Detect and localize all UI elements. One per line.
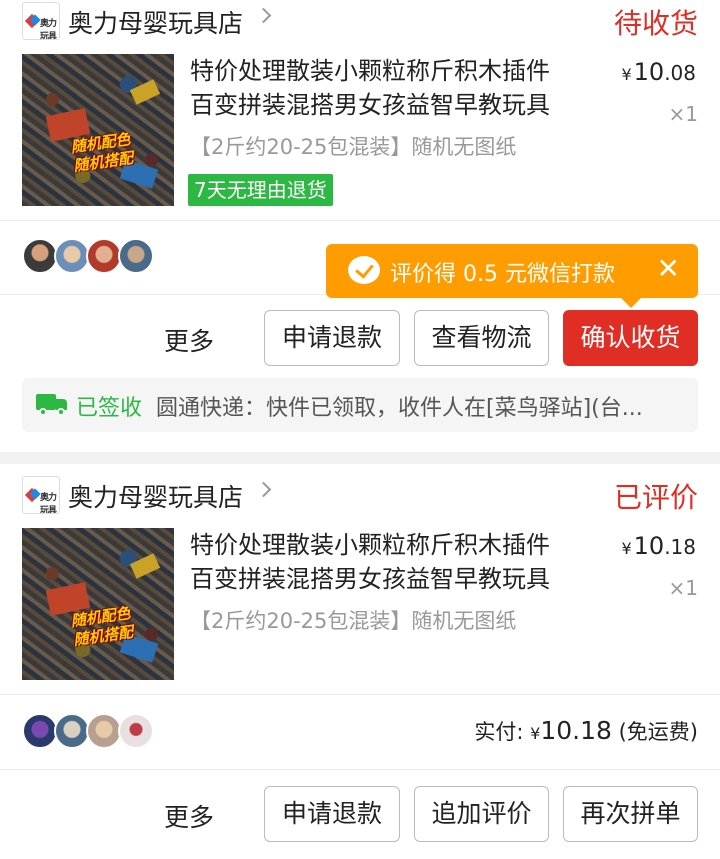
avatar — [118, 238, 154, 274]
chevron-right-icon — [255, 481, 272, 498]
add-review-button[interactable]: 追加评价 — [414, 786, 549, 842]
shop-header[interactable]: 奥力玩具 奥力母婴玩具店 已评价 — [0, 474, 720, 520]
order-card: 奥力玩具 奥力母婴玩具店 待收货 随机配色 随机搭配 特价处理散装小颗粒称斤积木… — [0, 0, 720, 452]
product-spec: 【2斤约20-25包混装】随机无图纸 — [190, 609, 517, 633]
close-icon[interactable]: ✕ — [657, 254, 680, 284]
paid-amount: 实付: ¥10.18 (免运费) — [474, 716, 698, 745]
truck-icon — [36, 394, 68, 416]
tooltip-text: 评价得 0.5 元微信打款 — [390, 262, 615, 287]
reorder-button[interactable]: 再次拼单 — [563, 786, 698, 842]
avatar — [86, 713, 122, 749]
product-quantity: ×1 — [668, 576, 698, 600]
divider — [0, 220, 720, 221]
divider — [0, 694, 720, 695]
shop-header[interactable]: 奥力玩具 奥力母婴玩具店 待收货 — [0, 0, 720, 46]
shipping-detail: 圆通快递：快件已领取，收件人在[菜鸟驿站](台... — [156, 396, 643, 421]
shop-logo: 奥力玩具 — [22, 476, 60, 514]
group-avatars[interactable] — [22, 238, 162, 276]
group-avatars[interactable] — [22, 713, 162, 751]
divider — [0, 769, 720, 770]
shop-name[interactable]: 奥力母婴玩具店 — [68, 478, 243, 514]
review-reward-tooltip[interactable]: 评价得 0.5 元微信打款 ✕ — [326, 244, 698, 308]
order-status: 已评价 — [613, 481, 698, 514]
avatar — [86, 238, 122, 274]
more-button[interactable]: 更多 — [164, 322, 214, 358]
product-quantity: ×1 — [668, 102, 698, 126]
shipping-status: 已签收 — [76, 396, 143, 421]
product-title[interactable]: 特价处理散装小颗粒称斤积木插件 百变拼装混搭男女孩益智早教玩具 — [190, 528, 590, 596]
product-price: ¥10.18 — [621, 532, 696, 560]
return-policy-badge: 7天无理由退货 — [188, 174, 333, 206]
product-spec: 【2斤约20-25包混装】随机无图纸 — [190, 135, 517, 159]
order-status: 待收货 — [613, 7, 698, 40]
more-button[interactable]: 更多 — [164, 798, 214, 834]
avatar — [54, 238, 90, 274]
shipping-status-bar[interactable]: 已签收 圆通快递：快件已领取，收件人在[菜鸟驿站](台... — [22, 378, 698, 432]
shop-logo: 奥力玩具 — [22, 2, 60, 40]
product-price: ¥10.08 — [621, 58, 696, 86]
request-refund-button[interactable]: 申请退款 — [264, 786, 400, 842]
product-title[interactable]: 特价处理散装小颗粒称斤积木插件 百变拼装混搭男女孩益智早教玩具 — [190, 54, 590, 122]
avatar — [118, 713, 154, 749]
request-refund-button[interactable]: 申请退款 — [264, 310, 400, 366]
order-card: 奥力玩具 奥力母婴玩具店 已评价 随机配色 随机搭配 特价处理散装小颗粒称斤积木… — [0, 464, 720, 859]
shop-name[interactable]: 奥力母婴玩具店 — [68, 4, 243, 40]
product-image[interactable]: 随机配色 随机搭配 — [22, 54, 174, 206]
confirm-receipt-button[interactable]: 确认收货 — [563, 310, 698, 366]
avatar — [22, 713, 58, 749]
chevron-right-icon — [255, 7, 272, 24]
avatar — [22, 238, 58, 274]
wechat-icon — [348, 256, 380, 284]
product-image[interactable]: 随机配色 随机搭配 — [22, 528, 174, 680]
avatar — [54, 713, 90, 749]
view-logistics-button[interactable]: 查看物流 — [414, 310, 549, 366]
